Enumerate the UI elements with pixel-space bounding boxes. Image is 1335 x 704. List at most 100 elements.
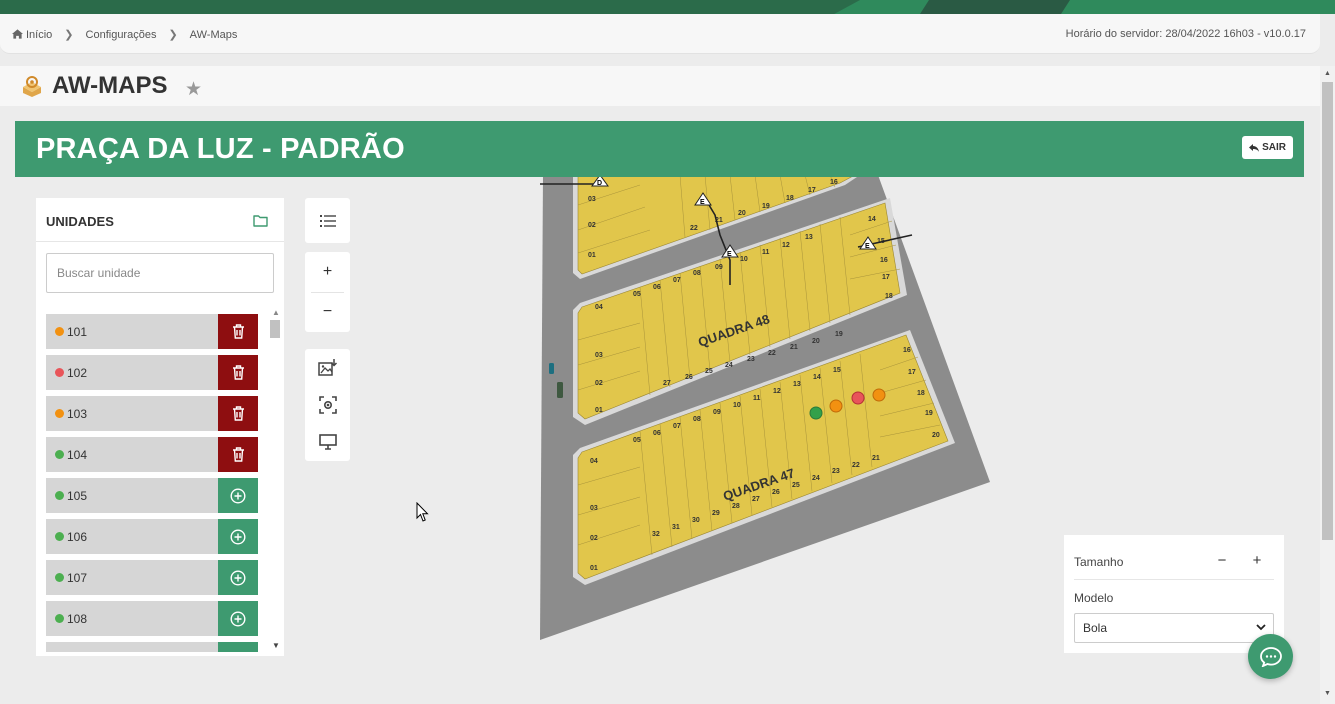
lot-label: 29 [712,510,720,517]
top-bar-stripe [0,0,860,14]
breadcrumb-home[interactable]: Início [12,29,52,41]
scroll-thumb[interactable] [1322,82,1333,540]
add-unit-button[interactable] [218,642,258,652]
map-canvas[interactable]: 03 02 01 22 21 20 19 18 17 16 QUADRA 48 … [540,177,1000,645]
add-unit-button[interactable] [218,560,258,595]
unit-list-item[interactable]: 108 [46,601,258,636]
unit-ball-marker[interactable] [829,399,843,413]
lot-label: 17 [808,187,816,194]
chat-button[interactable] [1248,634,1293,679]
scroll-up-arrow-icon[interactable]: ▲ [272,308,280,317]
add-unit-button[interactable] [218,601,258,636]
exit-button[interactable]: SAIR [1242,136,1293,159]
lot-label: 13 [793,381,801,388]
scroll-up-arrow-icon[interactable]: ▲ [1324,70,1331,77]
lot-label: 14 [813,374,821,381]
zoom-toolbox: + − [305,252,350,332]
chevron-down-icon [1256,624,1266,631]
unit-list-scrollbar[interactable]: ▲ ▼ [269,308,281,656]
unit-list-item[interactable]: 101 [46,314,258,349]
size-decrease-button[interactable]: − [1213,552,1231,569]
zoom-in-button[interactable]: + [305,252,350,292]
unit-list-item[interactable]: 102 [46,355,258,390]
unit-label: 104 [67,447,88,462]
delete-unit-button[interactable] [218,355,258,390]
star-icon[interactable]: ★ [185,78,202,101]
delete-unit-button[interactable] [218,437,258,472]
lot-label: 03 [588,196,596,203]
top-brand-bar [0,0,1335,14]
marker-settings-panel: Tamanho − + Modelo Bola [1064,535,1284,653]
unit-list-item[interactable]: 103 [46,396,258,431]
lot-label: 01 [588,252,596,259]
unit-list: 101 102 103 104 105 106 107 108 109 [46,314,258,652]
lot-label: 05 [633,437,641,444]
lot-label: 03 [590,505,598,512]
scroll-down-arrow-icon[interactable]: ▼ [272,641,280,650]
lot-label: 20 [812,338,820,345]
delete-unit-button[interactable] [218,314,258,349]
center-map-button[interactable] [305,386,350,423]
car-icon [549,363,554,374]
add-unit-button[interactable] [218,478,258,513]
zoom-out-button[interactable]: − [305,293,350,331]
scroll-thumb[interactable] [270,320,280,338]
delete-unit-button[interactable] [218,396,258,431]
trash-icon [232,406,244,421]
lot-label: 21 [790,344,798,351]
add-unit-button[interactable] [218,519,258,554]
plus-circle-icon [230,652,246,653]
breadcrumb-item[interactable]: AW-Maps [190,29,238,41]
unit-list-item[interactable]: 107 [46,560,258,595]
lot-label: 22 [768,350,776,357]
lot-label: 17 [882,274,890,281]
lot-label: 24 [725,362,733,369]
folder-icon[interactable] [253,214,268,227]
status-dot [55,614,64,623]
lot-label: 02 [588,222,596,229]
map-panel-body: UNIDADES 101102103104105106107108109 ▲ ▼… [15,177,1304,677]
unit-list-item[interactable]: 109 [46,642,258,652]
lot-label: 27 [752,496,760,503]
lot-label: 25 [792,482,800,489]
lot-label: 12 [773,388,781,395]
lot-label: 14 [868,216,876,223]
unit-label: 105 [67,488,88,503]
lot-label: 15 [833,367,841,374]
unit-list-item[interactable]: 106 [46,519,258,554]
plus-circle-icon [230,528,246,545]
units-title: UNIDADES [46,214,114,229]
screen-view-button[interactable] [305,423,350,460]
export-image-button[interactable] [305,349,350,386]
unit-ball-marker[interactable] [851,391,865,405]
chat-icon [1259,646,1282,667]
plus-circle-icon [230,610,246,627]
page-scrollbar[interactable]: ▲ ▼ [1320,66,1335,704]
lot-label: 09 [713,409,721,416]
lot-label: 20 [738,210,746,217]
unit-ball-marker[interactable] [872,388,886,402]
divider [36,241,284,242]
trash-icon [232,365,244,380]
unit-ball-marker[interactable] [809,406,823,420]
unit-label: 103 [67,406,88,421]
unit-list-item[interactable]: 104 [46,437,258,472]
lot-label: 25 [705,368,713,375]
search-unit-input[interactable] [46,253,274,293]
lot-label: 20 [932,432,940,439]
size-increase-button[interactable]: + [1248,552,1266,569]
marker-label: D [597,180,602,187]
breadcrumb: Início ❯ Configurações ❯ AW-Maps [12,28,237,41]
model-select[interactable]: Bola [1074,613,1274,643]
list-button[interactable] [305,198,350,243]
unit-label: 106 [67,529,88,544]
breadcrumb-item[interactable]: Configurações [86,29,157,41]
lot-label: 18 [917,390,925,397]
lot-label: 27 [663,380,671,387]
reply-arrow-icon [1249,143,1260,152]
lot-label: 10 [740,256,748,263]
unit-list-item[interactable]: 105 [46,478,258,513]
scroll-down-arrow-icon[interactable]: ▼ [1324,690,1331,697]
aw-maps-logo-icon [23,76,41,97]
page-title: AW-MAPS [52,72,168,99]
